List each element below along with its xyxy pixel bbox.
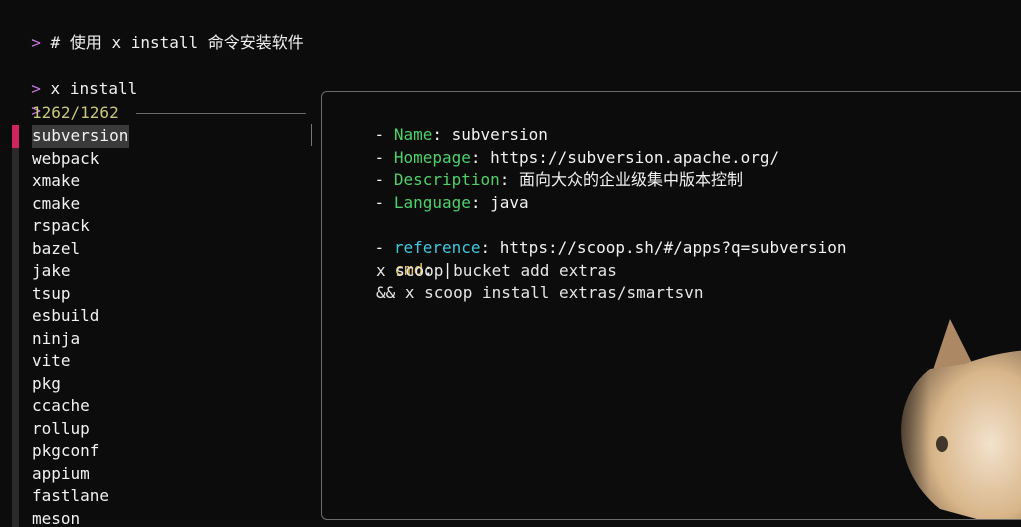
list-item[interactable]: pkg: [0, 372, 320, 395]
list-item[interactable]: meson: [0, 507, 320, 527]
preview-description-row: - Description: 面向大众的企业级集中版本控制: [374, 170, 744, 189]
list-gutter: [12, 372, 19, 395]
list-item-label: pkgconf: [32, 441, 100, 460]
list-item-label: xmake: [32, 171, 81, 190]
language-key: Language: [393, 192, 471, 212]
list-item[interactable]: fastlane: [0, 485, 320, 508]
list-gutter: [12, 147, 19, 170]
list-gutter: [12, 417, 19, 440]
list-gutter: [12, 327, 19, 350]
list-item-label: pkg: [32, 373, 61, 393]
selection-marker: [12, 125, 19, 148]
list-item[interactable]: rollup: [0, 417, 320, 440]
list-item[interactable]: pkgconf: [0, 440, 320, 463]
list-item-label: tsup: [32, 283, 71, 303]
count-divider: [136, 113, 306, 114]
list-item-label: ninja: [32, 328, 81, 348]
list-item[interactable]: subversion: [0, 125, 320, 148]
list-item-label: meson: [32, 508, 81, 527]
list-gutter: [12, 282, 19, 305]
list-item-label: esbuild: [32, 306, 100, 325]
terminal-line-command: > x install: [12, 56, 137, 98]
language-value: java: [490, 192, 529, 212]
list-gutter: [12, 192, 19, 215]
list-item[interactable]: jake: [0, 260, 320, 283]
list-gutter: [12, 215, 19, 238]
list-item-label: fastlane: [32, 486, 110, 505]
list-item[interactable]: vite: [0, 350, 320, 373]
match-count: 1262/1262: [32, 103, 119, 122]
list-gutter: [12, 462, 19, 485]
preview-language-row: - Language: java: [374, 192, 529, 212]
list-item-label: vite: [32, 351, 71, 370]
preview-homepage-row: - Homepage: https://subversion.apache.or…: [374, 147, 780, 167]
list-item[interactable]: webpack: [0, 147, 320, 170]
list-item[interactable]: esbuild: [0, 305, 320, 328]
terminal-line-active[interactable]: >: [12, 78, 51, 120]
comment-text: # 使用 x install 命令安装软件: [50, 33, 304, 52]
list-item[interactable]: bazel: [0, 237, 320, 260]
list-gutter: [12, 170, 19, 193]
preview-cmd-row: cmd: |: [394, 260, 453, 279]
list-item[interactable]: xmake: [0, 170, 320, 193]
list-item[interactable]: ninja: [0, 327, 320, 350]
result-items: subversion webpack xmake cmake rspack bazel ja…: [0, 125, 320, 527]
terminal-line-comment: > # 使用 x install 命令安装软件: [12, 10, 304, 52]
list-item-label: ccache: [32, 396, 90, 415]
list-item-label: rollup: [32, 418, 90, 438]
list-item[interactable]: appium: [0, 462, 320, 485]
reference-link[interactable]: https://scoop.sh/#/apps?q=subversion: [500, 238, 847, 257]
list-item-label: rspack: [32, 216, 90, 235]
list-gutter: [12, 440, 19, 463]
preview-panel: - Name: subversion - Homepage: https://s…: [321, 91, 1021, 520]
preview-cmd-line-1: x scoop bucket add extras: [376, 260, 617, 280]
list-item-label: webpack: [32, 148, 100, 168]
list-preview-separator: [311, 124, 312, 146]
preview-reference-row: - reference: https://scoop.sh/#/apps?q=s…: [374, 237, 847, 257]
list-item[interactable]: tsup: [0, 282, 320, 305]
list-item[interactable]: rspack: [0, 215, 320, 238]
list-item-label: appium: [32, 463, 90, 483]
list-gutter: [12, 485, 19, 508]
list-item-label: bazel: [32, 238, 81, 258]
list-item-label: cmake: [32, 193, 81, 213]
list-gutter: [12, 395, 19, 418]
list-item[interactable]: cmake: [0, 192, 320, 215]
preview-name-row: - Name: subversion: [374, 125, 548, 144]
prompt-symbol: >: [31, 33, 41, 52]
list-item[interactable]: ccache: [0, 395, 320, 418]
list-item-label: jake: [32, 261, 71, 280]
command-text: x install: [50, 79, 138, 98]
list-gutter: [12, 350, 19, 373]
list-gutter: [12, 237, 19, 260]
description-value: 面向大众的企业级集中版本控制: [519, 170, 744, 189]
list-item-label: subversion: [32, 125, 130, 148]
list-gutter: [12, 260, 19, 283]
list-gutter: [12, 507, 19, 527]
cat-photo-icon: [870, 309, 1021, 519]
list-gutter: [12, 305, 19, 328]
preview-cmd-line-2: && x scoop install extras/smartsvn: [376, 283, 704, 302]
